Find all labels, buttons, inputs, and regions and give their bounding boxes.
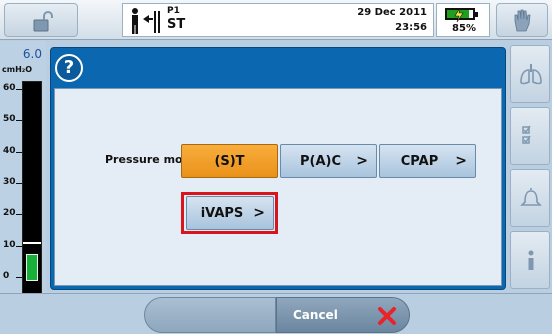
- lungs-icon: [520, 64, 542, 85]
- gauge-tick: [16, 245, 22, 247]
- lock-button[interactable]: [4, 3, 78, 37]
- alarm-bell-icon: [520, 188, 542, 206]
- cancel-button[interactable]: Cancel: [276, 297, 410, 333]
- mode-button-cpap[interactable]: CPAP >: [379, 144, 476, 178]
- pressure-bar: [22, 81, 42, 327]
- sidebar-button-alarms[interactable]: [510, 169, 550, 227]
- pressure-unit: cmH₂O: [2, 65, 33, 74]
- alarm-silence-button[interactable]: [496, 3, 548, 37]
- battery-percent: 85%: [452, 23, 476, 34]
- dialog-body: Pressure modes (S)T P(A)C > CPAP > iVAPS…: [54, 88, 502, 286]
- charging-bolt-icon: [454, 8, 464, 22]
- gauge-tick: [16, 151, 22, 153]
- mode-button-label: P(A)C: [299, 154, 341, 169]
- pressure-value: 6.0: [22, 47, 42, 61]
- status-bar: P1 ST 29 Dec 2011 23:56 85%: [0, 0, 552, 40]
- close-icon: [378, 307, 396, 325]
- profile-mode: ST: [167, 17, 186, 32]
- battery-indicator: 85%: [436, 3, 490, 37]
- pressure-gauge-panel: 6.0 cmH₂O 60 50 40 30 20 10 0: [0, 41, 46, 327]
- mode-button-pac[interactable]: P(A)C >: [280, 144, 377, 178]
- bottom-left-button: [144, 297, 276, 333]
- patient-info-panel: P1 ST 29 Dec 2011 23:56: [122, 3, 434, 37]
- pressure-bar-fill: [26, 254, 38, 281]
- checklist-icon: [522, 125, 531, 144]
- cancel-label: Cancel: [293, 308, 338, 322]
- date-display: 29 Dec 2011: [357, 7, 427, 18]
- sidebar-button-info[interactable]: [510, 231, 550, 289]
- chevron-right-icon: >: [455, 153, 467, 169]
- gauge-tick: [16, 120, 22, 122]
- gauge-tick: [16, 89, 22, 90]
- bottom-bar: Cancel: [0, 293, 552, 334]
- time-display: 23:56: [395, 22, 427, 33]
- mode-button-ivaps[interactable]: iVAPS >: [186, 196, 274, 230]
- chevron-right-icon: >: [356, 153, 368, 169]
- chevron-right-icon: >: [253, 205, 265, 221]
- mode-button-label: (S)T: [214, 154, 245, 169]
- gauge-tick-label: 10: [3, 239, 16, 250]
- gauge-tick-label: 20: [3, 208, 16, 219]
- battery-tip: [475, 12, 478, 17]
- pressure-bar-marker: [23, 242, 41, 245]
- gauge-tick: [16, 277, 22, 278]
- gauge-tick-label: 40: [3, 145, 16, 156]
- right-sidebar: [508, 41, 552, 293]
- gauge-tick-label: 60: [3, 83, 16, 93]
- unlock-icon: [33, 11, 53, 32]
- mode-button-label: iVAPS: [200, 206, 244, 221]
- gauge-tick: [16, 214, 22, 216]
- hand-icon: [514, 9, 531, 32]
- mode-select-dialog: ? Pressure modes (S)T P(A)C > CPAP > iVA…: [50, 47, 506, 290]
- mode-button-label: CPAP: [400, 154, 439, 169]
- gauge-tick-label: 50: [3, 114, 16, 125]
- mode-button-st[interactable]: (S)T: [181, 144, 278, 178]
- gauge-tick-label: 30: [3, 177, 16, 187]
- help-button[interactable]: ?: [55, 54, 83, 82]
- sidebar-button-settings[interactable]: [510, 107, 550, 165]
- patient-circuit-icon: [132, 8, 160, 34]
- gauge-tick: [16, 183, 22, 184]
- gauge-tick-label: 0: [3, 271, 10, 281]
- sidebar-button-monitoring[interactable]: [510, 45, 550, 103]
- info-icon: [528, 250, 534, 270]
- profile-id: P1: [167, 6, 180, 16]
